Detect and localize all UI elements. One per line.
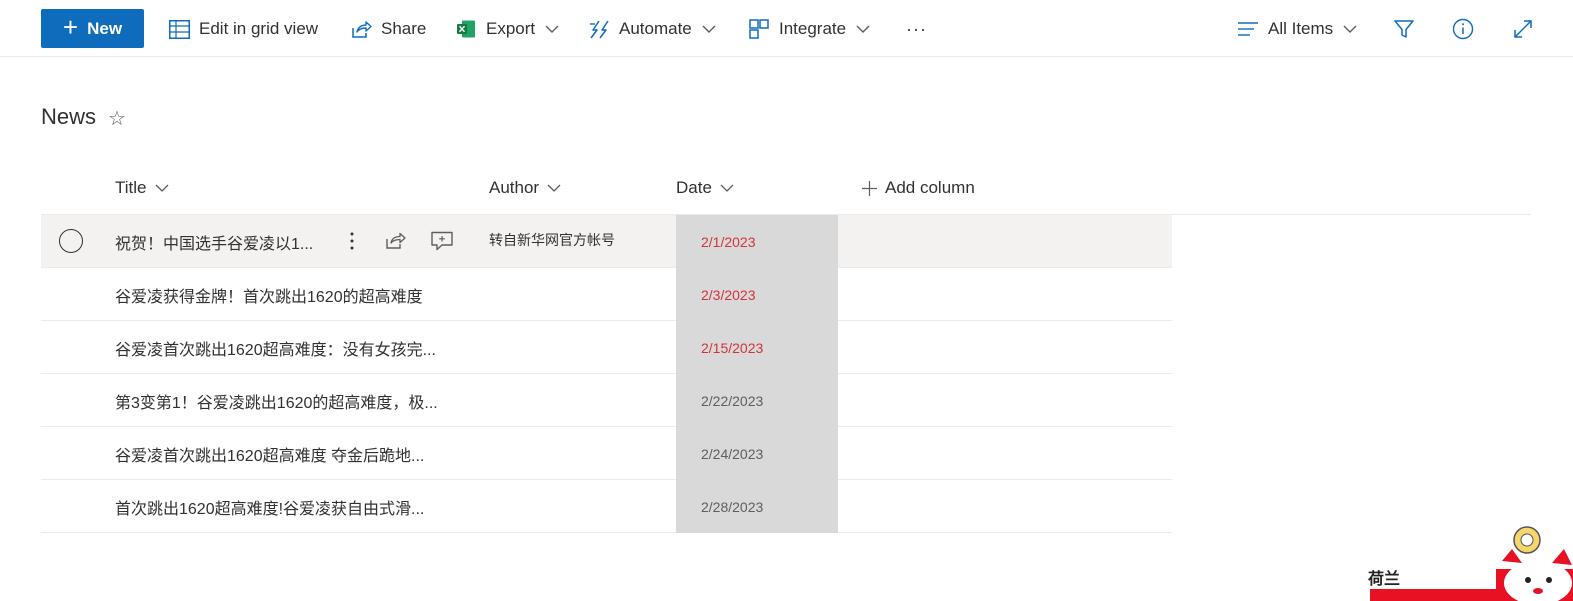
row-date-text: 2/1/2023 (701, 233, 756, 250)
column-header-date-label: Date (676, 178, 712, 197)
automate-button[interactable]: Automate (588, 10, 716, 48)
row-date-text: 2/24/2023 (701, 445, 764, 462)
automate-label: Automate (619, 19, 692, 38)
plus-icon: + (62, 12, 79, 42)
chevron-down-icon (155, 184, 169, 192)
table-row[interactable]: 第3变第1！谷爱凌跳出1620的超高难度，极... 2/22/2023 (41, 374, 1172, 427)
column-header-author-label: Author (489, 178, 540, 197)
more-vertical-icon[interactable] (340, 229, 364, 253)
row-title[interactable]: 祝贺！中国选手谷爱凌以1... (115, 230, 313, 254)
filter-button[interactable] (1393, 10, 1424, 48)
table-row[interactable]: 谷爱凌首次跳出1620超高难度 夺金后跪地... 2/24/2023 (41, 427, 1172, 480)
row-date: 2/1/2023 (676, 215, 838, 268)
edit-grid-view-label: Edit in grid view (199, 19, 319, 38)
row-date-text: 2/15/2023 (701, 339, 764, 356)
share-button[interactable]: Share (350, 10, 426, 48)
column-header-title[interactable]: Title (115, 176, 169, 200)
row-date: 2/15/2023 (676, 321, 838, 374)
chevron-down-icon (545, 25, 559, 33)
grid-icon (168, 18, 190, 40)
comment-icon[interactable] (430, 229, 454, 253)
expand-button[interactable] (1512, 10, 1543, 48)
table-row[interactable]: 首次跳出1620超高难度!谷爱凌获自由式滑... 2/28/2023 (41, 480, 1172, 533)
table-row[interactable]: 谷爱凌首次跳出1620超高难度：没有女孩完... 2/15/2023 (41, 321, 1172, 374)
new-button-label: New (87, 18, 123, 38)
add-column-label: Add column (885, 178, 975, 197)
table-row[interactable]: 祝贺！中国选手谷爱凌以1... 转自新华网官方帐号 2/1/2023 (41, 215, 1172, 268)
row-author: 转自新华网官方帐号 (489, 232, 615, 248)
integrate-icon (748, 18, 770, 40)
column-header-title-label: Title (115, 178, 147, 197)
row-select-radio[interactable] (59, 229, 83, 253)
integrate-button[interactable]: Integrate (748, 10, 870, 48)
export-label: Export (486, 19, 536, 38)
share-label: Share (381, 19, 427, 38)
filter-icon (1393, 18, 1415, 40)
view-selector[interactable]: All Items (1237, 10, 1357, 48)
chevron-down-icon (702, 25, 716, 33)
row-date: 2/3/2023 (676, 268, 838, 321)
row-title[interactable]: 第3变第1！谷爱凌跳出1620的超高难度，极... (115, 389, 438, 413)
edit-grid-view-button[interactable]: Edit in grid view (168, 10, 318, 48)
row-date-text: 2/3/2023 (701, 286, 756, 303)
add-column-button[interactable]: Add column (862, 176, 975, 200)
export-button[interactable]: Export (455, 10, 559, 48)
integrate-label: Integrate (779, 19, 847, 38)
info-icon (1452, 18, 1474, 40)
row-title[interactable]: 谷爱凌首次跳出1620超高难度 夺金后跪地... (115, 442, 424, 466)
chevron-down-icon (856, 25, 870, 33)
page-title: News (41, 104, 97, 129)
row-date: 2/22/2023 (676, 374, 838, 427)
table-row[interactable]: 谷爱凌获得金牌！首次跳出1620的超高难度 2/3/2023 (41, 268, 1172, 321)
column-header-author[interactable]: Author (489, 176, 561, 200)
row-title[interactable]: 谷爱凌首次跳出1620超高难度：没有女孩完... (115, 336, 436, 360)
new-button[interactable]: + New (41, 9, 144, 48)
mascot-overlay: 荷兰 (1366, 525, 1573, 601)
expand-icon (1512, 18, 1534, 40)
chevron-down-icon (1343, 25, 1357, 33)
chevron-down-icon (547, 184, 561, 192)
row-date: 2/24/2023 (676, 427, 838, 480)
view-selector-label: All Items (1268, 19, 1334, 38)
chevron-down-icon (720, 184, 734, 192)
share-icon[interactable] (384, 229, 408, 253)
row-date-text: 2/22/2023 (701, 392, 764, 409)
more-icon: ··· (906, 18, 927, 39)
share-icon (350, 18, 372, 40)
row-date-text: 2/28/2023 (701, 498, 764, 515)
more-options-button[interactable]: ··· (906, 10, 927, 48)
row-date: 2/28/2023 (676, 480, 838, 533)
row-title[interactable]: 谷爱凌获得金牌！首次跳出1620的超高难度 (115, 283, 423, 307)
command-bar: + New Edit in grid view Share Export Aut… (0, 0, 1573, 57)
row-title[interactable]: 首次跳出1620超高难度!谷爱凌获自由式滑... (115, 495, 424, 519)
plus-icon (862, 180, 877, 196)
overlay-label: 荷兰 (1368, 571, 1401, 588)
info-button[interactable] (1452, 10, 1483, 48)
excel-icon (455, 18, 477, 40)
list-view-icon (1237, 18, 1259, 40)
automate-icon (588, 18, 610, 40)
favorite-star-icon[interactable]: ☆ (108, 106, 126, 131)
column-header-date[interactable]: Date (676, 176, 734, 200)
